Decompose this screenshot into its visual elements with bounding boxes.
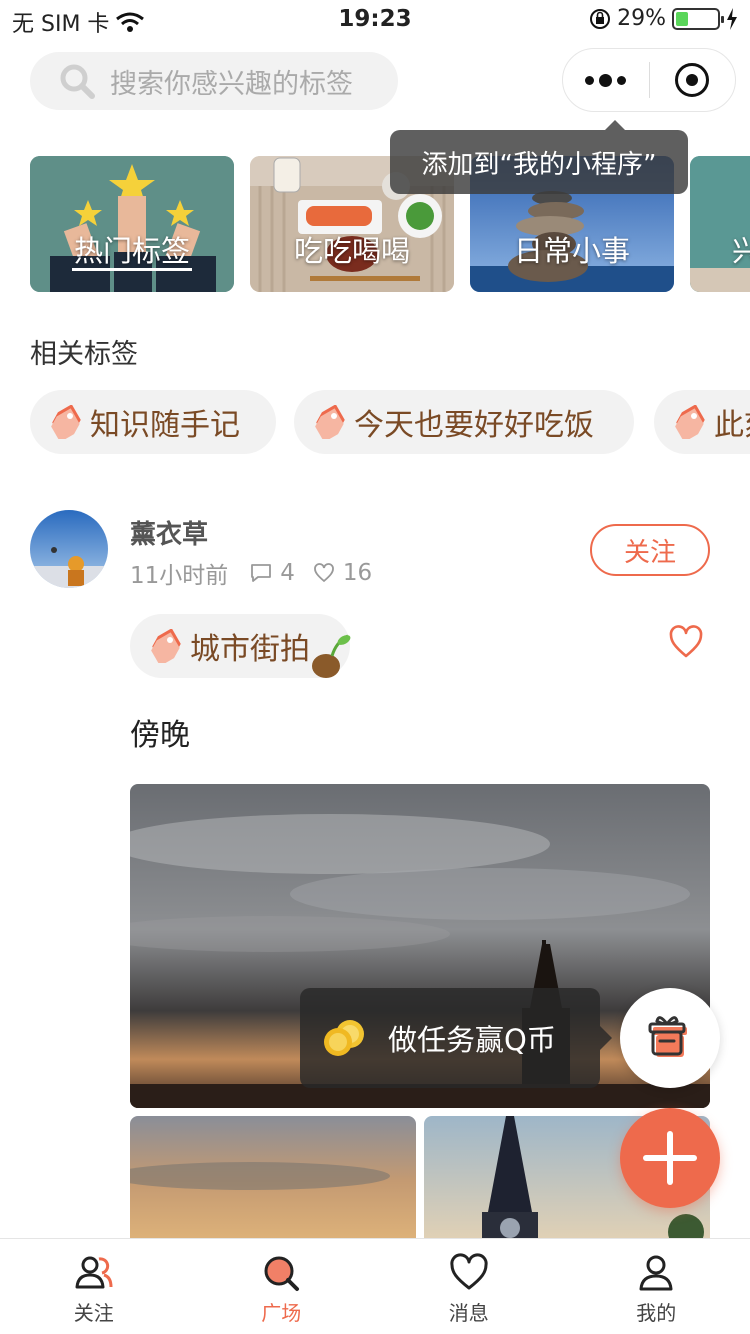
plus-icon — [643, 1131, 697, 1185]
add-to-my-miniprogram-tooltip[interactable]: 添加到“我的小程序” — [390, 120, 688, 194]
avatar[interactable] — [30, 510, 108, 588]
related-tag[interactable]: 此刻 — [654, 390, 750, 454]
like-heart-icon[interactable] — [668, 624, 704, 660]
battery-percent: 29% — [617, 6, 666, 31]
related-tags-list[interactable]: 知识随手记 今天也要好好吃饭 此刻 — [30, 390, 750, 454]
gift-button[interactable] — [620, 988, 720, 1088]
status-bar: 无 SIM 卡 19:23 29% — [0, 0, 750, 40]
tag-label: 今天也要好好吃饭 — [354, 408, 594, 443]
avatar-image — [30, 510, 108, 588]
hot-tags-illustration — [30, 156, 234, 292]
follow-button[interactable]: 关注 — [590, 524, 710, 576]
tab-label: 广场 — [261, 1301, 302, 1325]
post-text: 傍晚 — [130, 718, 190, 753]
post-meta: 11小时前 4 16 — [130, 556, 372, 590]
more-dot-center — [599, 73, 613, 87]
more-dot-right — [617, 75, 627, 85]
category-label: 日常小事 — [513, 234, 630, 268]
tag-label: 知识随手记 — [90, 408, 240, 443]
related-tags-title: 相关标签 — [30, 339, 138, 370]
gift-box-icon — [648, 1016, 687, 1057]
category-card-hot[interactable]: 热门标签 — [30, 156, 234, 292]
heart-icon — [450, 1253, 488, 1290]
task-label: 做任务赢Q币 — [388, 1023, 556, 1057]
tag-icon — [51, 405, 81, 439]
tab-following[interactable]: 关注 — [0, 1239, 188, 1334]
search-icon — [60, 64, 95, 99]
tag-label: 此刻 — [714, 408, 750, 443]
more-dots-icon — [585, 75, 595, 85]
charging-bolt-icon — [727, 7, 737, 30]
category-label: 热门标签 — [73, 234, 190, 268]
sunset-clouds-photo — [130, 1116, 416, 1246]
battery-icon — [672, 7, 724, 30]
tag-icon — [151, 629, 181, 663]
tab-messages[interactable]: 消息 — [375, 1239, 563, 1334]
tab-label: 我的 — [636, 1301, 677, 1325]
add-post-button[interactable] — [620, 1108, 720, 1208]
post-username[interactable]: 薰衣草 — [130, 514, 208, 551]
task-toast[interactable]: 做任务赢Q币 — [300, 988, 612, 1088]
target-dot — [686, 74, 699, 86]
tag-icon — [315, 405, 345, 439]
rotation-lock-icon — [590, 8, 611, 29]
like-count: 16 — [342, 560, 373, 586]
category-label: 吃吃喝喝 — [293, 234, 410, 268]
tab-label: 消息 — [448, 1301, 489, 1325]
category-selected-underline — [72, 268, 192, 271]
search-placeholder: 搜索你感兴趣的标签 — [110, 68, 353, 100]
status-right: 29% — [589, 6, 738, 31]
tooltip-text: 添加到“我的小程序” — [421, 149, 657, 180]
heart-outline-icon — [314, 563, 334, 583]
post-time: 11小时前 — [130, 563, 229, 589]
target-close-icon — [675, 63, 710, 97]
tab-label: 关注 — [73, 1301, 114, 1325]
category-card-more[interactable]: 兴 — [690, 156, 750, 292]
search-plaza-icon — [264, 1256, 300, 1291]
miniprogram-capsule — [562, 48, 736, 112]
tab-me[interactable]: 我的 — [563, 1239, 750, 1334]
category-label: 兴 — [732, 234, 750, 268]
tag-icon — [675, 405, 705, 439]
people-icon — [75, 1256, 113, 1289]
follow-label: 关注 — [623, 537, 676, 568]
related-tag[interactable]: 知识随手记 — [30, 390, 276, 454]
comment-count: 4 — [280, 560, 295, 586]
comment-icon — [251, 564, 272, 582]
interest-illustration — [690, 156, 750, 292]
post-photo-2[interactable] — [130, 1116, 416, 1246]
more-button[interactable] — [563, 49, 649, 111]
tab-plaza[interactable]: 广场 — [188, 1239, 376, 1334]
search-input[interactable]: 搜索你感兴趣的标签 — [30, 52, 398, 110]
sprout-seed-icon — [312, 634, 351, 678]
person-icon — [639, 1255, 673, 1291]
post-tag-label: 城市街拍 — [190, 632, 310, 667]
related-tag[interactable]: 今天也要好好吃饭 — [294, 390, 634, 454]
tab-bar: 关注 广场 消息 我的 — [0, 1238, 750, 1334]
battery-fill — [676, 11, 688, 26]
close-button[interactable] — [650, 49, 736, 111]
coins-icon — [324, 1020, 364, 1056]
